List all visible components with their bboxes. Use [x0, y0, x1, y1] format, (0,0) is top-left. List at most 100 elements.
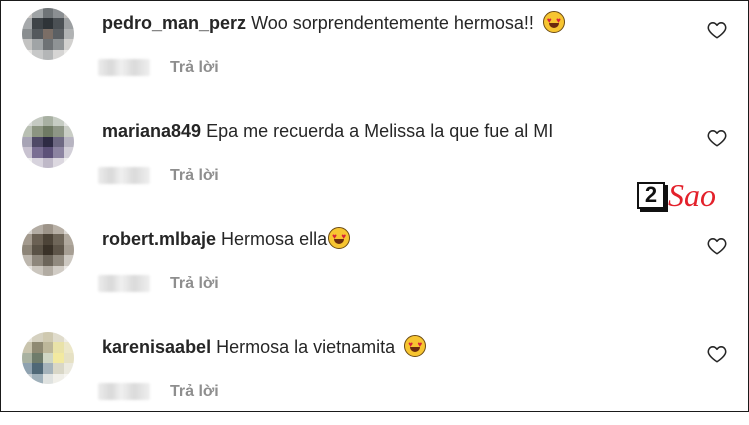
avatar[interactable]	[22, 116, 74, 168]
comment-text-line: karenisaabel Hermosa la vietnamita ♥ ♥	[102, 334, 427, 360]
avatar-pixel	[53, 28, 64, 40]
avatar-pixel	[32, 136, 43, 148]
avatar-pixel	[63, 255, 74, 266]
avatar[interactable]	[22, 224, 74, 276]
comment-username[interactable]: pedro_man_perz	[102, 13, 246, 33]
avatar-pixel	[63, 39, 74, 50]
avatar-pixel	[32, 373, 43, 384]
comment-text-line: pedro_man_perz Woo sorprendentemente her…	[102, 10, 565, 36]
avatar-pixel	[42, 157, 54, 168]
avatar-pixel	[63, 342, 74, 353]
avatar-pixel	[22, 244, 33, 256]
like-heart-icon[interactable]	[707, 129, 727, 147]
avatar-pixel	[63, 126, 74, 137]
avatar-pixel	[32, 363, 43, 374]
avatar-pixel	[32, 244, 43, 256]
avatar-pixel	[42, 352, 54, 364]
heart-eyes-emoji-icon: ♥ ♥	[404, 335, 427, 357]
avatar-pixel	[42, 28, 54, 40]
avatar-pixel	[22, 373, 33, 384]
avatar-pixel	[22, 8, 33, 19]
comments-panel: pedro_man_perz Woo sorprendentemente her…	[0, 0, 749, 412]
avatar-pixel	[53, 332, 64, 343]
blurred-timestamp	[98, 275, 150, 292]
2sao-watermark-logo: 2 Sao	[637, 175, 737, 215]
like-heart-icon[interactable]	[707, 237, 727, 255]
reply-button[interactable]: Trả lời	[170, 272, 219, 296]
comment-body: Hermosa la vietnamita	[216, 337, 396, 357]
avatar-pixel	[53, 18, 64, 29]
avatar-pixel	[22, 224, 33, 235]
avatar-pixel	[42, 363, 54, 374]
avatar-pixel	[42, 244, 54, 256]
avatar-pixel	[22, 363, 33, 374]
comment-username[interactable]: mariana849	[102, 121, 201, 141]
avatar-pixel	[53, 136, 64, 148]
avatar-pixel	[22, 352, 33, 364]
comment-text-line: mariana849 Epa me recuerda a Melissa la …	[102, 118, 553, 144]
avatar[interactable]	[22, 332, 74, 384]
avatar-pixel	[32, 157, 43, 168]
avatar-pixel	[22, 18, 33, 29]
avatar-pixel	[53, 234, 64, 245]
reply-button[interactable]: Trả lời	[170, 164, 219, 188]
avatar-pixel	[32, 255, 43, 266]
avatar-pixel	[63, 136, 74, 148]
avatar-pixel	[53, 147, 64, 158]
comment-username[interactable]: robert.mlbaje	[102, 229, 216, 249]
reply-button[interactable]: Trả lời	[170, 56, 219, 80]
avatar-pixel	[42, 234, 54, 245]
avatar-pixel	[53, 39, 64, 50]
avatar-pixel	[32, 224, 43, 235]
avatar-pixel	[63, 8, 74, 19]
avatar-pixel	[42, 49, 54, 60]
avatar-pixel	[42, 136, 54, 148]
comment-username[interactable]: karenisaabel	[102, 337, 211, 357]
avatar-pixel	[53, 8, 64, 19]
avatar-pixel	[63, 224, 74, 235]
avatar-pixel	[42, 255, 54, 266]
heart-eyes-emoji-icon: ♥ ♥	[542, 11, 565, 33]
avatar-pixel	[22, 234, 33, 245]
avatar-pixel	[63, 18, 74, 29]
avatar-pixel	[42, 18, 54, 29]
avatar-pixel	[32, 116, 43, 127]
avatar-pixel	[63, 373, 74, 384]
avatar-pixel	[63, 244, 74, 256]
avatar-pixel	[22, 28, 33, 40]
blurred-timestamp	[98, 59, 150, 76]
comment-item: robert.mlbaje Hermosa ella ♥ ♥ Trả lời	[1, 217, 748, 317]
avatar-pixel	[53, 363, 64, 374]
avatar-pixel	[53, 224, 64, 235]
avatar-pixel	[42, 116, 54, 127]
reply-button[interactable]: Trả lời	[170, 380, 219, 404]
avatar-pixel	[53, 265, 64, 276]
avatar-pixel	[22, 157, 33, 168]
comment-body: Hermosa ella	[221, 229, 328, 249]
avatar-pixel	[32, 147, 43, 158]
avatar-pixel	[22, 116, 33, 127]
avatar-pixel	[42, 39, 54, 50]
avatar-pixel	[42, 224, 54, 235]
avatar-pixel	[63, 49, 74, 60]
blurred-timestamp	[98, 383, 150, 400]
avatar-pixel	[42, 332, 54, 343]
avatar-pixel	[32, 342, 43, 353]
like-heart-icon[interactable]	[707, 21, 727, 39]
avatar-pixel	[32, 39, 43, 50]
avatar-pixel	[53, 352, 64, 364]
avatar-pixel	[42, 147, 54, 158]
avatar-pixel	[63, 147, 74, 158]
avatar-pixel	[53, 49, 64, 60]
avatar-pixel	[53, 342, 64, 353]
comment-item: mariana849 Epa me recuerda a Melissa la …	[1, 109, 748, 209]
avatar-pixel	[42, 373, 54, 384]
avatar-pixel	[63, 234, 74, 245]
avatar-pixel	[22, 39, 33, 50]
avatar-pixel	[42, 8, 54, 19]
avatar-pixel	[32, 8, 43, 19]
like-heart-icon[interactable]	[707, 345, 727, 363]
avatar[interactable]	[22, 8, 74, 60]
avatar-pixel	[53, 126, 64, 137]
comment-item: karenisaabel Hermosa la vietnamita ♥ ♥ Tr…	[1, 325, 748, 425]
